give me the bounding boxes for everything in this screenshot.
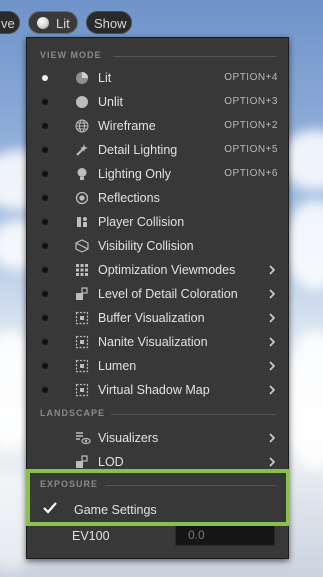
ev100-row: EV100 0.0: [27, 523, 288, 547]
radio-bullet: [42, 387, 48, 393]
radio-bullet: [42, 243, 48, 249]
menu-item-label: Lit: [98, 71, 112, 85]
menu-item-player-collision[interactable]: Player Collision: [27, 210, 288, 234]
buffer-icon: [75, 311, 89, 325]
section-header-label: VIEW MODE: [40, 50, 102, 60]
perspective-button[interactable]: ve: [0, 11, 20, 34]
chevron-right-icon: [266, 335, 278, 349]
chevron-right-icon: [266, 359, 278, 373]
menu-item-virtual-shadow-map[interactable]: Virtual Shadow Map: [27, 378, 288, 402]
nanite-icon: [75, 335, 89, 349]
radio-bullet: [42, 267, 48, 273]
view-mode-button[interactable]: Lit: [28, 11, 78, 34]
menu-item-label: Game Settings: [74, 503, 157, 517]
unlit-sphere-icon: [75, 95, 89, 109]
menu-item-visualizers[interactable]: Visualizers: [27, 426, 288, 450]
shortcut-text: OPTION+4: [224, 72, 278, 83]
perspective-label: ve: [1, 16, 15, 31]
menu-item-label: Player Collision: [98, 215, 185, 229]
menu-item-optimization-viewmodes[interactable]: Optimization Viewmodes: [27, 258, 288, 282]
menu-item-buffer-visualization[interactable]: Buffer Visualization: [27, 306, 288, 330]
show-button[interactable]: Show: [86, 11, 132, 34]
view-mode-label: Lit: [56, 16, 70, 31]
menu-item-nanite-visualization[interactable]: Nanite Visualization: [27, 330, 288, 354]
menu-item-label: LOD: [98, 455, 124, 469]
section-view-mode: VIEW MODE: [27, 50, 288, 64]
radio-bullet: [42, 315, 48, 321]
menu-item-label: Nanite Visualization: [98, 335, 208, 349]
visibility-collision-icon: [75, 239, 89, 253]
menu-item-wireframe[interactable]: Wireframe OPTION+2: [27, 114, 288, 138]
radio-bullet: [42, 339, 48, 345]
radio-bullet: [42, 99, 48, 105]
chevron-right-icon: [266, 263, 278, 277]
grid-icon: [75, 263, 89, 277]
shortcut-text: OPTION+2: [224, 120, 278, 131]
menu-item-unlit[interactable]: Unlit OPTION+3: [27, 90, 288, 114]
lod-icon: [75, 455, 89, 469]
reflections-icon: [75, 191, 89, 205]
chevron-right-icon: [266, 311, 278, 325]
menu-item-lod[interactable]: LOD: [27, 450, 288, 474]
wireframe-globe-icon: [75, 119, 89, 133]
menu-item-lit[interactable]: Lit OPTION+4: [27, 66, 288, 90]
checkbox-checked-icon[interactable]: [42, 500, 58, 516]
ev100-label: EV100: [72, 529, 110, 543]
chevron-right-icon: [266, 455, 278, 469]
radio-bullet: [42, 219, 48, 225]
menu-item-label: Optimization Viewmodes: [98, 263, 236, 277]
divider: [113, 56, 276, 57]
lumen-icon: [75, 359, 89, 373]
menu-item-label: Wireframe: [98, 119, 156, 133]
menu-item-lighting-only[interactable]: Lighting Only OPTION+6: [27, 162, 288, 186]
radio-bullet: [42, 195, 48, 201]
view-mode-menu: VIEW MODE Lit OPTION+4 Unlit OPTION+3 Wi…: [26, 37, 289, 559]
menu-item-label: Lighting Only: [98, 167, 171, 181]
section-landscape: LANDSCAPE: [27, 408, 288, 422]
ev100-input[interactable]: 0.0: [175, 524, 275, 546]
radio-bullet: [42, 147, 48, 153]
menu-item-label: Level of Detail Coloration: [98, 287, 238, 301]
shortcut-text: OPTION+3: [224, 96, 278, 107]
menu-item-lod-coloration[interactable]: Level of Detail Coloration: [27, 282, 288, 306]
lit-sphere-icon: [75, 71, 89, 85]
menu-item-game-settings[interactable]: Game Settings: [27, 498, 288, 522]
shortcut-text: OPTION+5: [224, 144, 278, 155]
radio-bullet: [42, 363, 48, 369]
menu-item-label: Reflections: [98, 191, 160, 205]
menu-item-visibility-collision[interactable]: Visibility Collision: [27, 234, 288, 258]
lit-sphere-icon: [37, 17, 49, 29]
divider: [105, 485, 276, 486]
visualizers-icon: [75, 431, 91, 445]
radio-bullet: [42, 171, 48, 177]
chevron-right-icon: [266, 431, 278, 445]
menu-item-label: Buffer Visualization: [98, 311, 205, 325]
divider: [111, 414, 276, 415]
section-exposure: EXPOSURE: [27, 479, 288, 493]
chevron-right-icon: [266, 287, 278, 301]
radio-bullet: [42, 291, 48, 297]
menu-item-label: Virtual Shadow Map: [98, 383, 210, 397]
shadow-map-icon: [75, 383, 89, 397]
section-header-label: EXPOSURE: [40, 479, 99, 489]
section-header-label: LANDSCAPE: [40, 408, 106, 418]
lod-coloration-icon: [75, 287, 89, 301]
show-label: Show: [94, 16, 127, 31]
menu-item-detail-lighting[interactable]: Detail Lighting OPTION+5: [27, 138, 288, 162]
shortcut-text: OPTION+6: [224, 168, 278, 179]
menu-item-label: Lumen: [98, 359, 137, 373]
menu-item-lumen[interactable]: Lumen: [27, 354, 288, 378]
menu-item-label: Unlit: [98, 95, 124, 109]
radio-bullet: [42, 123, 48, 129]
menu-item-label: Visibility Collision: [98, 239, 194, 253]
player-collision-icon: [75, 215, 89, 229]
lightbulb-icon: [75, 167, 89, 181]
menu-item-label: Visualizers: [98, 431, 159, 445]
chevron-right-icon: [266, 383, 278, 397]
menu-item-reflections[interactable]: Reflections: [27, 186, 288, 210]
menu-item-label: Detail Lighting: [98, 143, 178, 157]
detail-lighting-icon: [75, 143, 89, 157]
radio-bullet-active: [42, 75, 48, 81]
